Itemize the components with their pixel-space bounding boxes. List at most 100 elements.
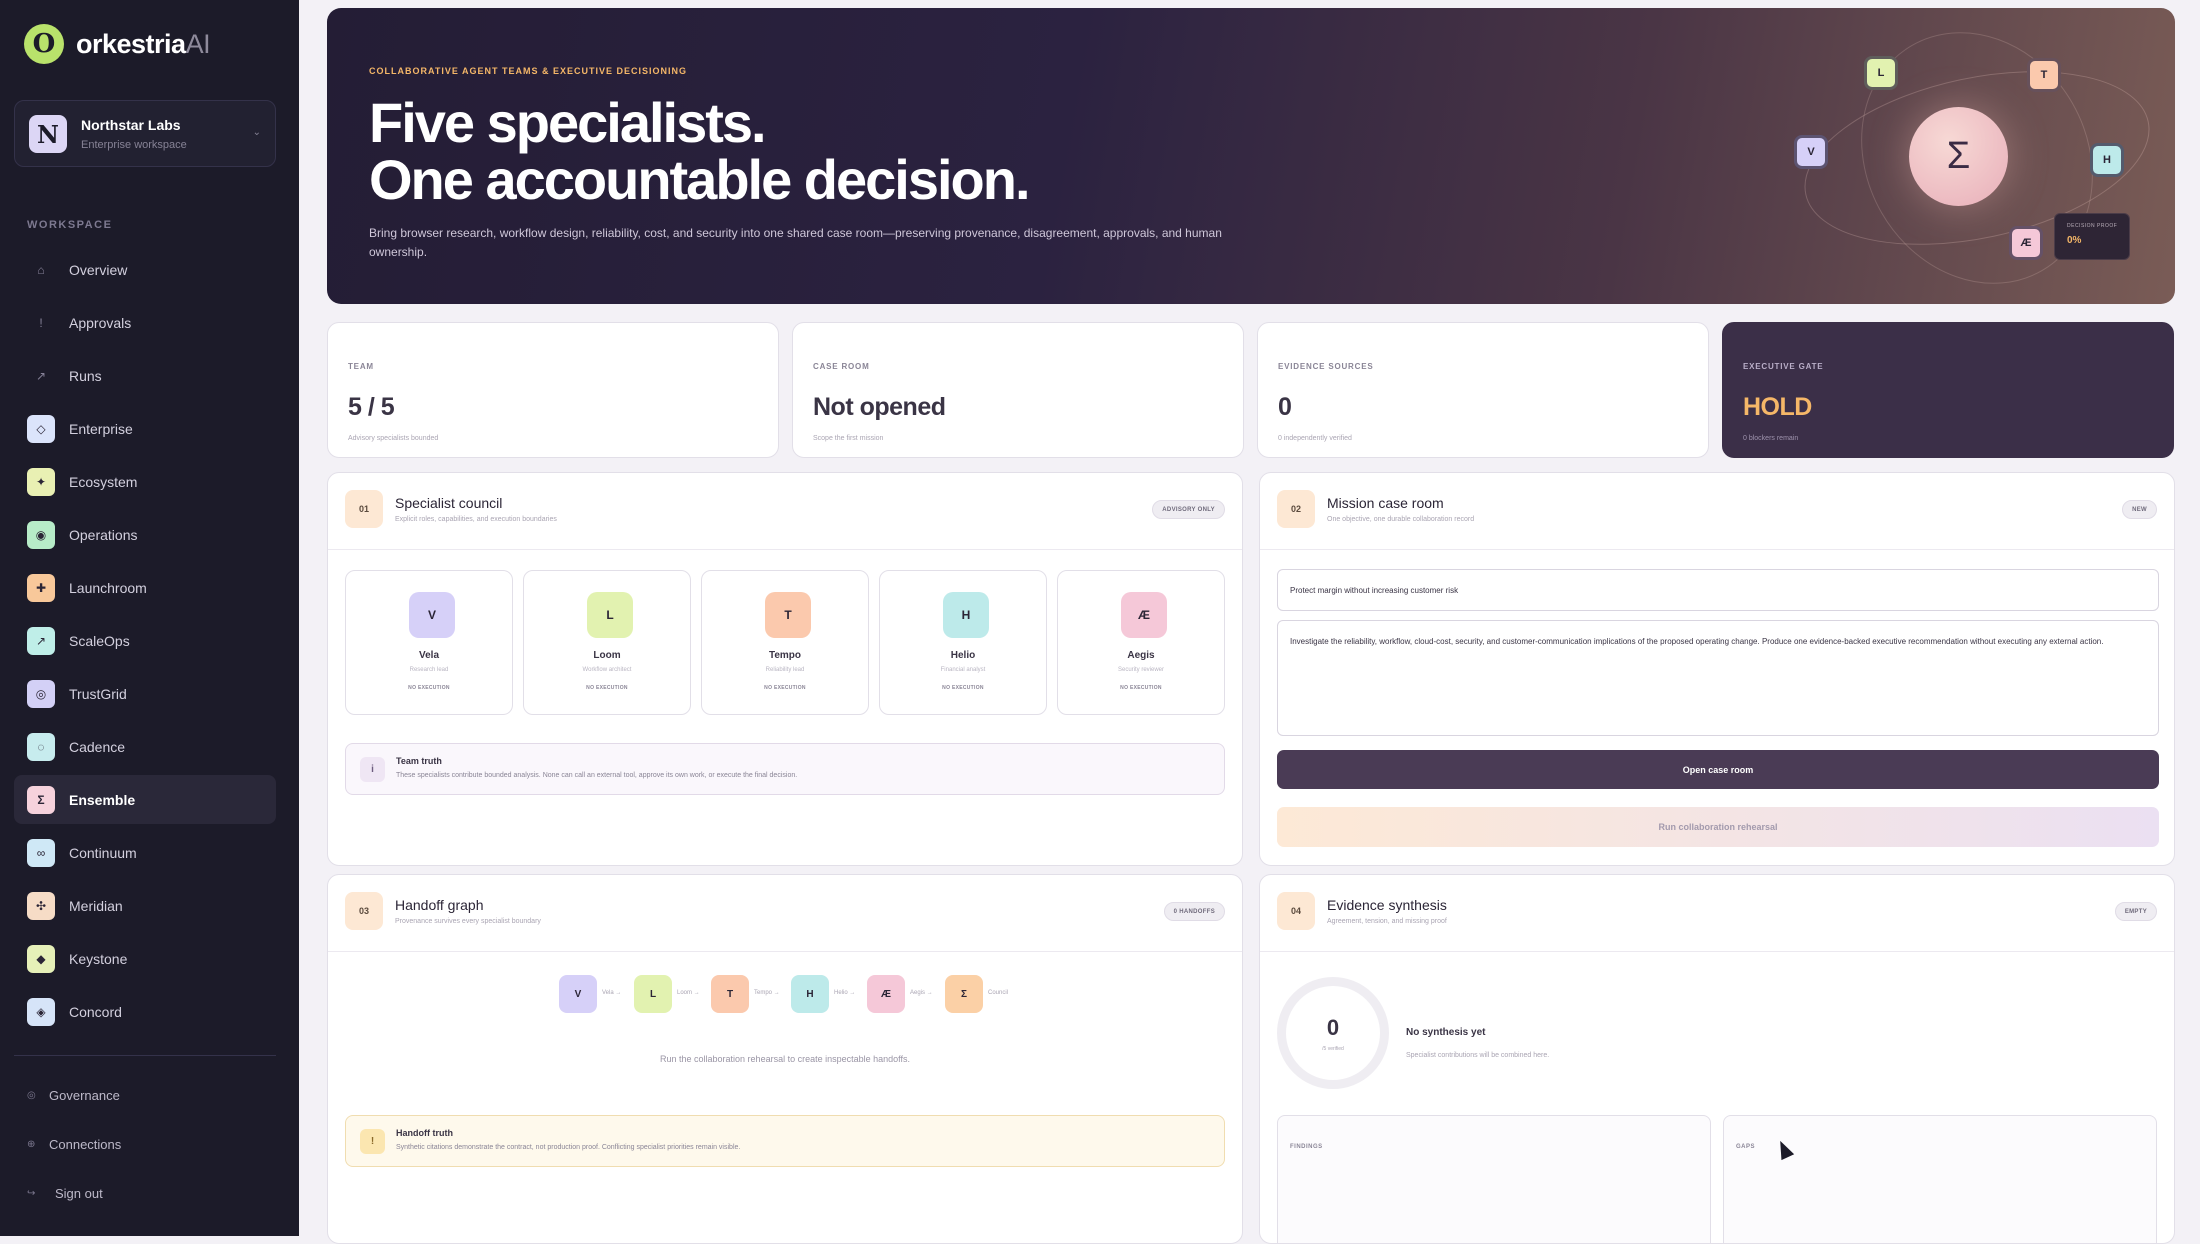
specialist-card-tempo[interactable]: T Tempo Reliability lead NO EXECUTION xyxy=(701,570,869,715)
sidebar-item-label: Connections xyxy=(49,1137,122,1152)
sidebar-item-label: Continuum xyxy=(69,844,137,861)
keystone-icon: ◆ xyxy=(27,944,55,973)
sidebar-item-label: Overview xyxy=(69,261,128,278)
orbit-node-vela: V xyxy=(1794,135,1828,169)
brand-logo[interactable]: O orkestriaAI xyxy=(24,24,211,64)
gaps-label: GAPS xyxy=(1736,1144,1756,1150)
avatar: V xyxy=(409,592,455,638)
handoff-truth-note: ! Handoff truth Synthetic citations demo… xyxy=(345,1115,1225,1167)
panel-subtitle: Agreement, tension, and missing proof xyxy=(1327,918,1447,925)
sidebar-item-approvals[interactable]: ! Approvals xyxy=(14,298,276,347)
sidebar-nav: ⌂ Overview ! Approvals ↗ Runs ◇ Enterprise ✦… xyxy=(14,245,276,1040)
sidebar-item-label: Concord xyxy=(69,1003,122,1020)
team-truth-note: i Team truth These specialists contribut… xyxy=(345,743,1225,795)
flow-node-aegis[interactable]: Æ xyxy=(867,975,905,1013)
flow-node-council[interactable]: Σ xyxy=(945,975,983,1013)
avatar: H xyxy=(943,592,989,638)
status-badge: ADVISORY ONLY xyxy=(1152,500,1225,519)
sidebar-item-launchroom[interactable]: ✚ Launchroom xyxy=(14,563,276,612)
hero-title-line2: One accountable decision. xyxy=(369,148,1031,211)
sidebar-divider xyxy=(14,1055,276,1056)
decision-proof-label: DECISION PROOF xyxy=(2067,223,2118,229)
workspace-switcher[interactable]: N Northstar Labs Enterprise workspace ⌄ xyxy=(14,100,276,167)
mission-objective-input[interactable]: Protect margin without increasing custom… xyxy=(1277,569,2159,611)
ring-subtitle: /5 verified xyxy=(1322,1046,1344,1052)
sidebar-bottom-nav: ◎ Governance ⊕ Connections ↪ Sign out xyxy=(14,1071,276,1218)
info-icon: i xyxy=(360,757,385,782)
status-badge: EMPTY xyxy=(2114,902,2157,921)
specialist-card-loom[interactable]: L Loom Workflow architect NO EXECUTION xyxy=(523,570,691,715)
flow-label: Loom → xyxy=(677,990,700,996)
verification-ring: 0 /5 verified xyxy=(1277,977,1389,1089)
nav-section-label: WORKSPACE xyxy=(27,219,113,231)
sign-out-button[interactable]: ↪ Sign out xyxy=(14,1169,276,1218)
kpi-sub: Advisory specialists bounded xyxy=(348,435,439,442)
panel-subtitle: Explicit roles, capabilities, and execut… xyxy=(395,516,557,523)
specialist-card-helio[interactable]: H Helio Financial analyst NO EXECUTION xyxy=(879,570,1047,715)
sidebar-item-label: Cadence xyxy=(69,738,126,755)
sidebar-item-enterprise[interactable]: ◇ Enterprise xyxy=(14,404,276,453)
sidebar-item-label: Enterprise xyxy=(69,420,133,437)
specialist-name: Loom xyxy=(593,650,621,661)
orbit-node-aegis: Æ xyxy=(2009,226,2043,260)
alert-icon: ! xyxy=(39,315,43,330)
sidebar-item-trustgrid[interactable]: ◎ TrustGrid xyxy=(14,669,276,718)
council-sigma-icon: Σ xyxy=(1909,107,2008,206)
flow-label: Helio → xyxy=(834,990,856,996)
specialist-card-vela[interactable]: V Vela Research lead NO EXECUTION xyxy=(345,570,513,715)
specialist-exec: NO EXECUTION xyxy=(586,685,628,691)
chevron-down-icon: ⌄ xyxy=(252,127,261,138)
handoff-graph-panel: 03 Handoff graph Provenance survives eve… xyxy=(327,874,1243,1244)
sidebar: O orkestriaAI N Northstar Labs Enterpris… xyxy=(0,0,299,1236)
flow-node-loom[interactable]: L xyxy=(634,975,672,1013)
sidebar-item-connections[interactable]: ⊕ Connections xyxy=(14,1120,276,1169)
kpi-sub: 0 blockers remain xyxy=(1743,435,1799,442)
decision-proof-value: 0% xyxy=(2067,235,2082,246)
sidebar-item-concord[interactable]: ◈ Concord xyxy=(14,987,276,1036)
mission-case-room-panel: 02 Mission case room One objective, one … xyxy=(1259,472,2175,866)
panel-subtitle: One objective, one durable collaboration… xyxy=(1327,516,1475,523)
specialist-role: Research lead xyxy=(409,667,449,673)
orbit-node-loom: L xyxy=(1864,56,1898,90)
sidebar-item-scaleops[interactable]: ↗ ScaleOps xyxy=(14,616,276,665)
kpi-label: TEAM xyxy=(348,362,374,371)
specialist-exec: NO EXECUTION xyxy=(1120,685,1162,691)
panel-number: 02 xyxy=(1277,490,1315,528)
flow-node-vela[interactable]: V xyxy=(559,975,597,1013)
flow-node-tempo[interactable]: T xyxy=(711,975,749,1013)
sidebar-item-runs[interactable]: ↗ Runs xyxy=(14,351,276,400)
sidebar-item-cadence[interactable]: ◌ Cadence xyxy=(14,722,276,771)
sidebar-item-ecosystem[interactable]: ✦ Ecosystem xyxy=(14,457,276,506)
panel-title: Specialist council xyxy=(395,495,503,511)
findings-label: FINDINGS xyxy=(1290,1144,1323,1150)
panel-header: 01 Specialist council Explicit roles, ca… xyxy=(328,473,1242,550)
specialist-card-aegis[interactable]: Æ Aegis Security reviewer NO EXECUTION xyxy=(1057,570,1225,715)
hero-title-line1: Five specialists. xyxy=(369,91,767,154)
panel-header: 03 Handoff graph Provenance survives eve… xyxy=(328,875,1242,952)
flow-node-helio[interactable]: H xyxy=(791,975,829,1013)
workspace-name: Northstar Labs xyxy=(81,117,181,133)
sidebar-item-overview[interactable]: ⌂ Overview xyxy=(14,245,276,294)
run-rehearsal-button[interactable]: Run collaboration rehearsal xyxy=(1277,807,2159,847)
sidebar-item-continuum[interactable]: ∞ Continuum xyxy=(14,828,276,877)
sidebar-item-meridian[interactable]: ✣ Meridian xyxy=(14,881,276,930)
mission-brief-textarea[interactable]: Investigate the reliability, workflow, c… xyxy=(1277,620,2159,736)
sidebar-item-operations[interactable]: ◉ Operations xyxy=(14,510,276,559)
orbit-node-helio: H xyxy=(2090,143,2124,177)
sidebar-item-governance[interactable]: ◎ Governance xyxy=(14,1071,276,1120)
open-case-room-button[interactable]: Open case room xyxy=(1277,750,2159,789)
sidebar-item-keystone[interactable]: ◆ Keystone xyxy=(14,934,276,983)
sidebar-item-ensemble[interactable]: Σ Ensemble xyxy=(14,775,276,824)
meridian-icon: ✣ xyxy=(27,891,55,920)
specialist-role: Workflow architect xyxy=(582,667,632,673)
hero-banner: COLLABORATIVE AGENT TEAMS & EXECUTIVE DE… xyxy=(327,8,2175,304)
kpi-label: CASE ROOM xyxy=(813,362,870,371)
panel-subtitle: Provenance survives every specialist bou… xyxy=(395,918,541,925)
status-badge: NEW xyxy=(2122,500,2157,519)
sparkle-icon: ✦ xyxy=(27,467,55,496)
panel-number: 04 xyxy=(1277,892,1315,930)
specialist-exec: NO EXECUTION xyxy=(942,685,984,691)
arrow-icon: ↗ xyxy=(35,368,47,383)
sidebar-item-label: Keystone xyxy=(69,950,128,967)
handoff-flow: V Vela → L Loom → T Tempo → H Helio → Æ … xyxy=(328,975,1242,1015)
